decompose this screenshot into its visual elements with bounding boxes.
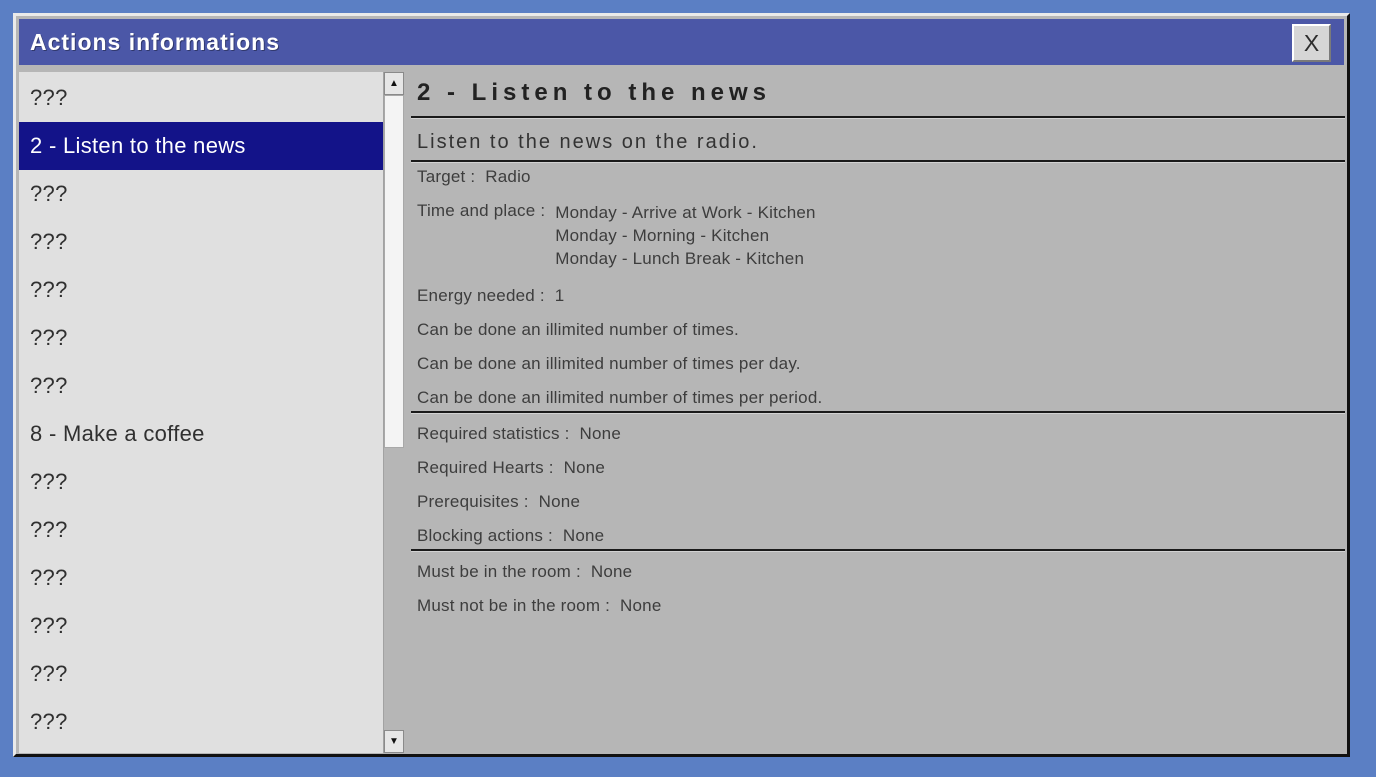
detail-value-line: Monday - Arrive at Work - Kitchen <box>555 203 816 222</box>
detail-value: Radio <box>485 167 531 186</box>
detail-row: Required statistics : None <box>417 424 1345 444</box>
list-item[interactable]: 8 - Make a coffee <box>19 410 383 458</box>
scroll-up-button[interactable]: ▲ <box>384 72 404 95</box>
list-item[interactable]: 2 - Listen to the news <box>19 122 383 170</box>
detail-value: None <box>579 424 621 443</box>
detail-title: 2 - Listen to the news <box>417 79 772 106</box>
scroll-down-button[interactable]: ▼ <box>384 730 404 753</box>
list-item[interactable]: ??? <box>19 218 383 266</box>
detail-label: Energy needed : <box>417 286 545 305</box>
list-item[interactable]: ??? <box>19 74 383 122</box>
down-arrow-icon: ▼ <box>389 736 399 747</box>
detail-value: None <box>562 526 605 545</box>
list-item[interactable]: ??? <box>19 314 383 362</box>
close-button[interactable]: X <box>1292 24 1331 62</box>
detail-label: Required statistics : <box>417 424 570 443</box>
detail-row: Time and place : Monday - Arrive at Work … <box>417 201 1345 272</box>
list-item[interactable]: ??? <box>19 650 383 698</box>
detail-description: Listen to the news on the radio. <box>417 131 759 153</box>
detail-label: Must be in the room : <box>417 562 581 581</box>
detail-value: None <box>590 562 633 581</box>
detail-row: Required Hearts : None <box>417 458 1345 478</box>
detail-row: Prerequisites : None <box>417 492 1345 512</box>
detail-value: None <box>563 458 606 477</box>
detail-text: Can be done an illimited number of times… <box>417 354 801 373</box>
list-item[interactable]: ??? <box>19 698 383 746</box>
detail-label: Prerequisites : <box>417 492 529 511</box>
list-item[interactable]: ??? <box>19 554 383 602</box>
divider <box>411 549 1345 552</box>
divider <box>411 411 1345 414</box>
list-item[interactable]: ??? <box>19 458 383 506</box>
detail-label: Blocking actions : <box>417 526 553 545</box>
detail-value: None <box>620 596 662 615</box>
list-scrollbar: ▲ ▼ <box>383 72 404 753</box>
detail-row: Can be done an illimited number of times… <box>417 388 1345 408</box>
detail-label: Time and place : <box>417 201 546 220</box>
detail-value: Monday - Arrive at Work - Kitchen Monday … <box>555 201 815 270</box>
detail-row: Must be in the room : None <box>417 562 1345 582</box>
list-item[interactable]: ??? <box>19 506 383 554</box>
detail-value: 1 <box>554 286 565 305</box>
detail-text: Can be done an illimited number of times… <box>417 388 823 407</box>
list-item[interactable]: ??? <box>19 170 383 218</box>
scrollbar-track[interactable] <box>384 95 404 730</box>
detail-panel: 2 - Listen to the news Listen to the new… <box>404 72 1349 753</box>
list-item[interactable]: ??? <box>19 602 383 650</box>
detail-row: Can be done an illimited number of times… <box>417 320 1345 340</box>
divider <box>411 116 1345 119</box>
detail-row: Target : Radio <box>417 167 1345 187</box>
detail-label: Required Hearts : <box>417 458 554 477</box>
detail-row: Can be done an illimited number of times… <box>417 354 1345 374</box>
detail-text: Can be done an illimited number of times… <box>417 320 739 339</box>
detail-row: Must not be in the room : None <box>417 596 1345 616</box>
detail-label: Must not be in the room : <box>417 596 611 615</box>
detail-label: Target : <box>417 167 476 186</box>
detail-row: Blocking actions : None <box>417 526 1345 546</box>
action-list: ??? 2 - Listen to the news???????????????… <box>19 72 383 753</box>
window-title: Actions informations <box>30 28 281 55</box>
actions-window: Actions informations X ??? 2 - Listen to … <box>13 13 1350 757</box>
up-arrow-icon: ▲ <box>389 78 399 89</box>
list-item[interactable]: ??? <box>19 266 383 314</box>
detail-row: Energy needed : 1 <box>417 286 1345 306</box>
title-bar: Actions informations X <box>19 19 1344 65</box>
detail-value-line: Monday - Morning - Kitchen <box>555 226 770 245</box>
detail-value-line: Monday - Lunch Break - Kitchen <box>555 249 805 268</box>
list-item[interactable]: ??? <box>19 362 383 410</box>
detail-value: None <box>538 492 581 511</box>
detail-rows: Target : Radio Time and place : Monday - Ar… <box>411 163 1345 616</box>
scrollbar-thumb[interactable] <box>384 95 404 448</box>
